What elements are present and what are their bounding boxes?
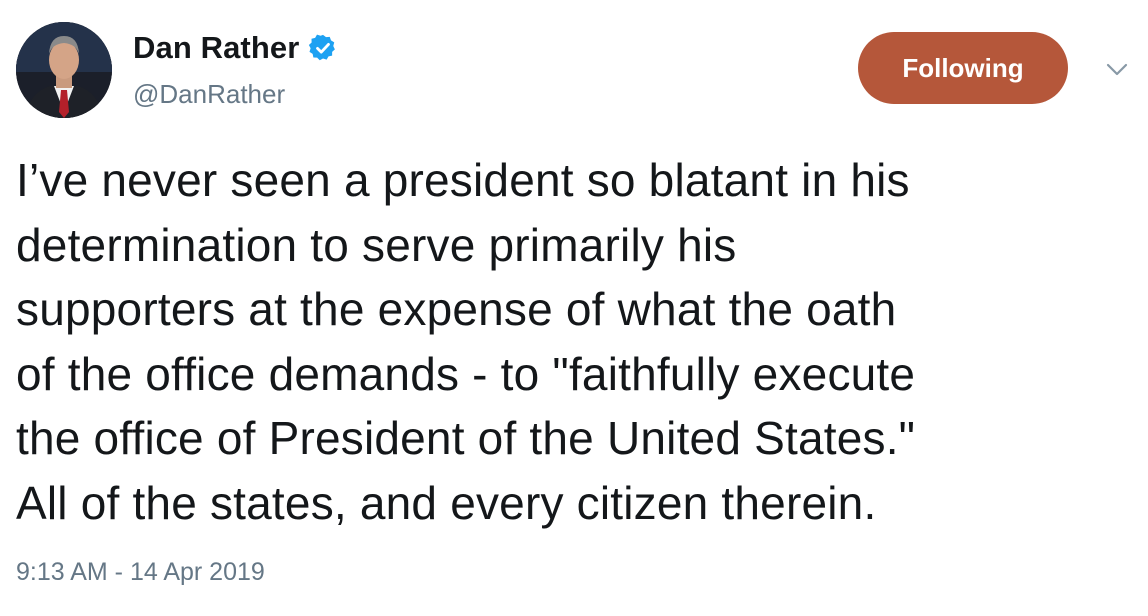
tweet-timestamp[interactable]: 9:13 AM - 14 Apr 2019 bbox=[16, 558, 265, 587]
following-button[interactable]: Following bbox=[858, 32, 1068, 104]
avatar-photo bbox=[16, 22, 112, 118]
avatar[interactable] bbox=[16, 22, 112, 118]
verified-badge-icon bbox=[308, 33, 338, 63]
author-handle[interactable]: @DanRather bbox=[133, 79, 285, 110]
tweet-text: I’ve never seen a president so blatant i… bbox=[16, 154, 916, 529]
tweet-card: Dan Rather @DanRather Following I’ve nev… bbox=[0, 0, 1148, 616]
author-display-name[interactable]: Dan Rather bbox=[133, 30, 299, 66]
author-name-row: Dan Rather bbox=[133, 28, 338, 68]
chevron-down-icon[interactable] bbox=[1106, 62, 1128, 78]
